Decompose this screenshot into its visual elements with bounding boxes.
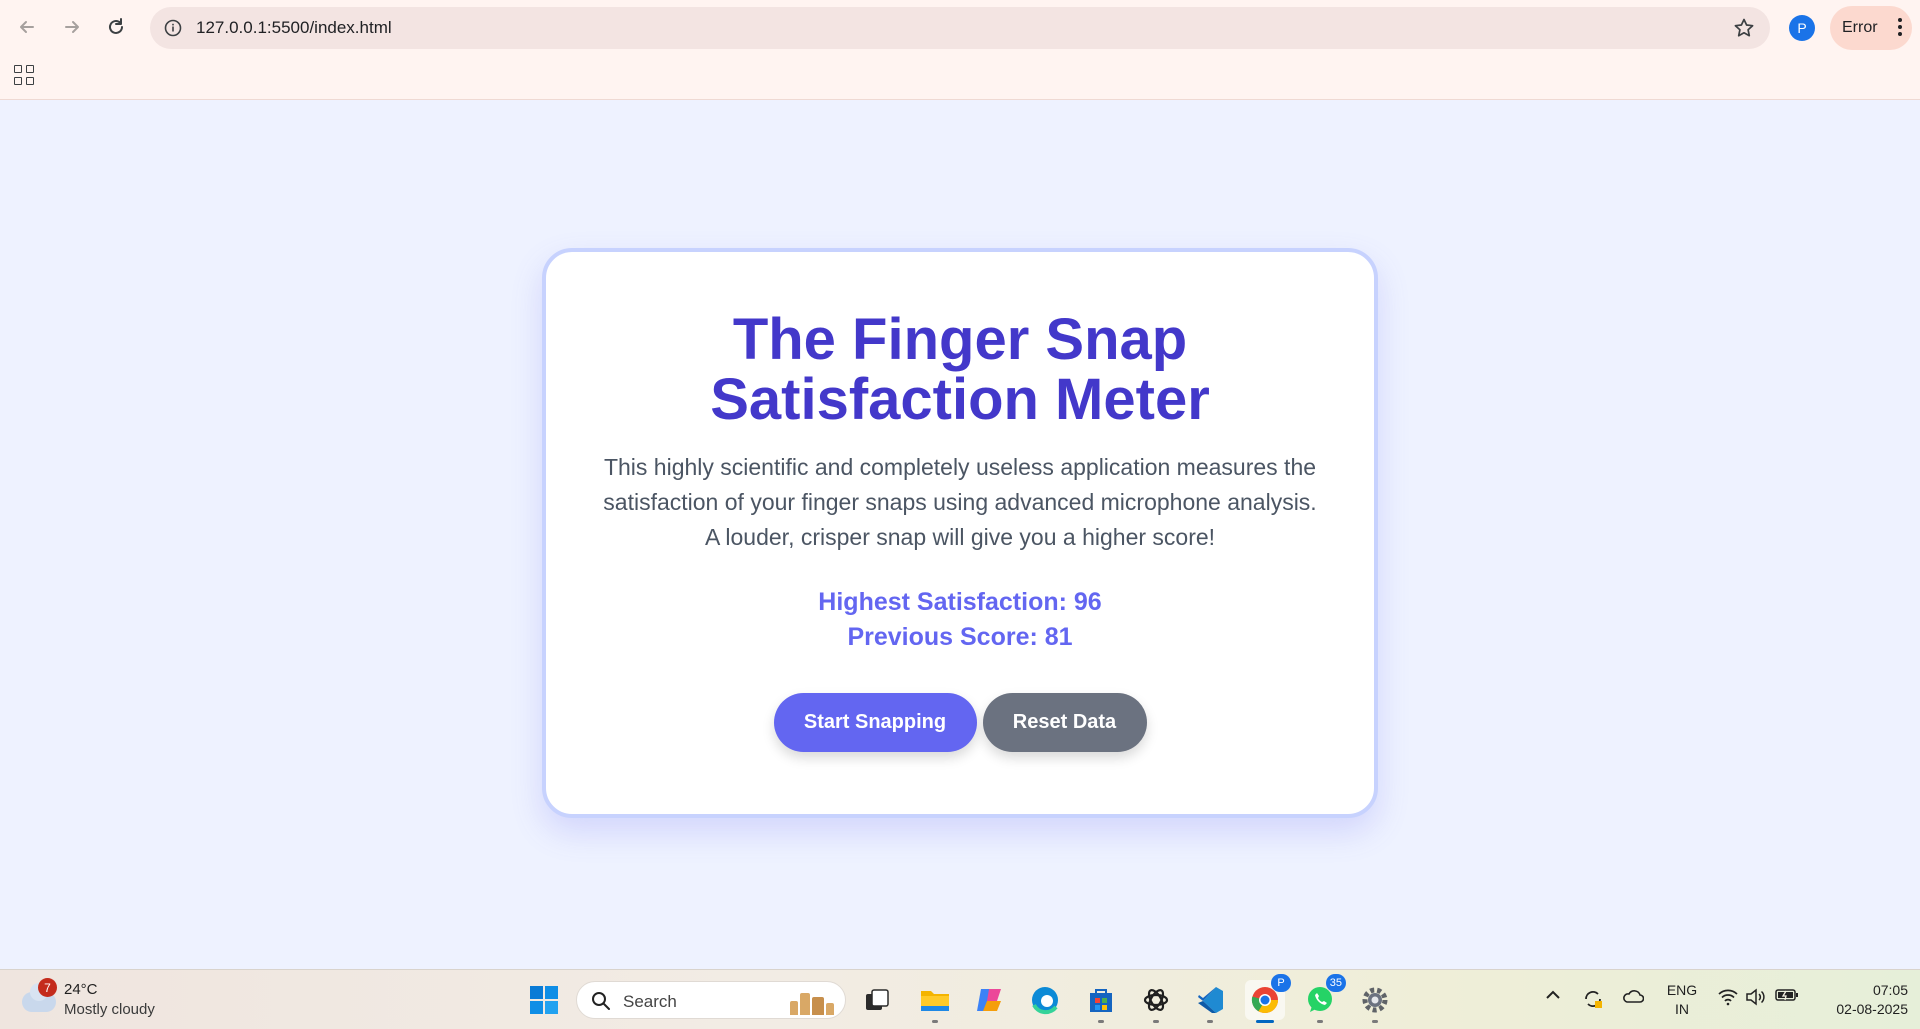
- error-chip-label: Error: [1842, 19, 1878, 36]
- search-label: Search: [623, 992, 677, 1011]
- start-icon[interactable]: [524, 980, 564, 1020]
- wifi-icon[interactable]: [1716, 988, 1740, 1006]
- battery-charging-icon[interactable]: [1774, 988, 1800, 1002]
- reset-data-button[interactable]: Reset Data: [982, 693, 1147, 752]
- clock-time: 07:05: [1872, 982, 1908, 998]
- page-title: The Finger Snap Satisfaction Meter: [710, 307, 1210, 432]
- reload-icon: [109, 18, 123, 34]
- weather-temperature: 24°C: [64, 981, 98, 998]
- previous-score: Previous Score: 81: [847, 623, 1073, 651]
- address-url[interactable]: 127.0.0.1:5500/index.html: [196, 18, 392, 38]
- more-menu-icon: [1898, 18, 1902, 36]
- weather-widget[interactable]: 7 24°C Mostly cloudy: [22, 978, 172, 1022]
- settings-icon[interactable]: [1355, 980, 1395, 1023]
- forward-button[interactable]: [55, 10, 89, 44]
- app-active-indicator: [1256, 1020, 1274, 1023]
- file-explorer-icon[interactable]: [915, 980, 955, 1023]
- page-description: This highly scientific and completely us…: [603, 454, 1317, 550]
- whatsapp-unread-badge: 35: [1325, 974, 1346, 992]
- app-running-indicator: [1372, 1020, 1378, 1023]
- clock[interactable]: 07:05 02-08-2025: [1808, 981, 1908, 1019]
- browser-toolbar: 127.0.0.1:5500/index.html P Error: [0, 0, 1920, 100]
- language-code: ENG: [1666, 982, 1698, 998]
- address-bar[interactable]: 127.0.0.1:5500/index.html: [150, 7, 1770, 49]
- weather-badge: 7: [38, 978, 57, 997]
- button-row: Start Snapping Reset Data: [546, 693, 1374, 752]
- app-running-indicator: [1153, 1020, 1159, 1023]
- back-button[interactable]: [10, 10, 44, 44]
- score-block: Highest Satisfaction: 96 Previous Score:…: [546, 585, 1374, 655]
- profile-avatar[interactable]: P: [1789, 15, 1815, 41]
- taskbar-search[interactable]: Search: [576, 981, 846, 1019]
- show-hidden-icons-chevron-icon[interactable]: [1544, 988, 1562, 1000]
- language-indicator[interactable]: ENG IN: [1664, 981, 1700, 1019]
- taskbar: 7 24°C Mostly cloudy Search P 35 ENG IN …: [0, 969, 1920, 1029]
- edge-icon[interactable]: [1025, 980, 1065, 1020]
- bookmark-star-icon[interactable]: [1732, 16, 1756, 40]
- chrome-icon[interactable]: P: [1245, 974, 1291, 1023]
- highest-satisfaction: Highest Satisfaction: 96: [818, 588, 1102, 616]
- onedrive-cloud-icon[interactable]: [1621, 988, 1645, 1004]
- error-chip[interactable]: Error: [1830, 6, 1912, 50]
- apps-grid-icon[interactable]: [14, 65, 34, 85]
- language-region: IN: [1675, 1001, 1689, 1017]
- app-running-indicator: [1317, 1020, 1323, 1023]
- start-snapping-button[interactable]: Start Snapping: [773, 693, 977, 752]
- search-icon: [592, 992, 610, 1010]
- chatgpt-icon[interactable]: [1136, 980, 1176, 1023]
- vscode-icon[interactable]: [1190, 980, 1230, 1023]
- forward-arrow-icon: [65, 21, 79, 33]
- meter-card: The Finger Snap Satisfaction Meter This …: [542, 248, 1378, 818]
- chrome-profile-badge: P: [1271, 974, 1291, 992]
- search-highlight-icon: [787, 987, 837, 1015]
- reload-button[interactable]: [99, 10, 133, 44]
- app-running-indicator: [932, 1020, 938, 1023]
- clock-date: 02-08-2025: [1836, 1001, 1908, 1017]
- back-arrow-icon: [20, 21, 34, 33]
- site-info-icon[interactable]: [162, 17, 184, 39]
- weather-condition: Mostly cloudy: [64, 1001, 155, 1018]
- app-running-indicator: [1207, 1020, 1213, 1023]
- volume-icon[interactable]: [1744, 988, 1768, 1006]
- microsoft-store-icon[interactable]: [1081, 980, 1121, 1023]
- app-running-indicator: [1098, 1020, 1104, 1023]
- task-view-icon[interactable]: [857, 980, 897, 1020]
- whatsapp-icon[interactable]: 35: [1300, 974, 1346, 1023]
- sync-icon[interactable]: [1581, 988, 1605, 1010]
- copilot-icon[interactable]: [970, 980, 1010, 1020]
